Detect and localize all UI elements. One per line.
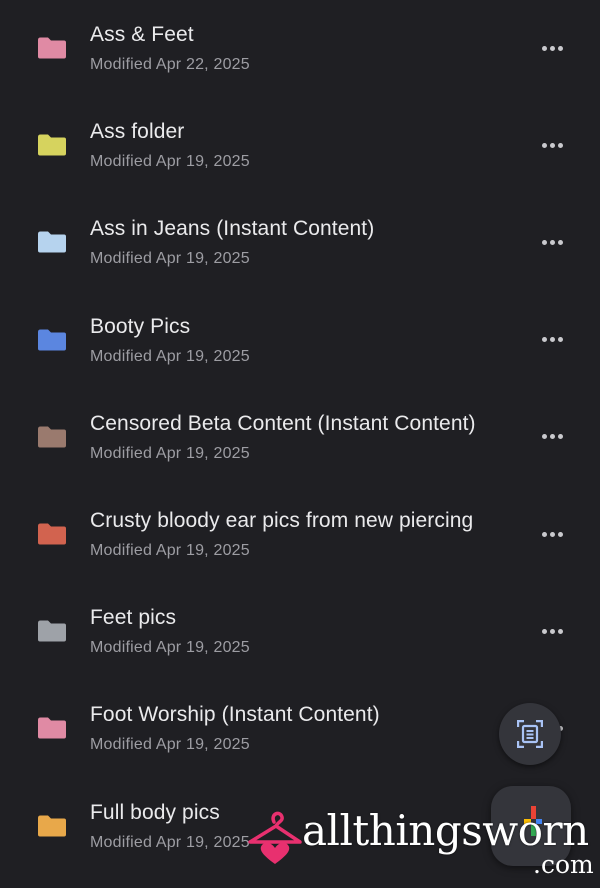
more-dot bbox=[557, 531, 563, 537]
more-options-button[interactable] bbox=[536, 133, 568, 157]
more-options-button[interactable] bbox=[536, 328, 568, 352]
file-modified-date: Modified Apr 19, 2025 bbox=[90, 736, 250, 754]
file-modified-date: Modified Apr 19, 2025 bbox=[90, 444, 250, 462]
more-dot bbox=[557, 628, 563, 634]
watermark-text: allthingsworn bbox=[302, 806, 589, 855]
folder-icon bbox=[37, 523, 67, 545]
file-name: Foot Worship (Instant Content) bbox=[90, 703, 380, 727]
file-modified-date: Modified Apr 22, 2025 bbox=[90, 56, 250, 73]
more-horizontal-icon bbox=[541, 434, 547, 440]
file-name: Censored Beta Content (Instant Content) bbox=[90, 411, 476, 435]
more-dot bbox=[549, 45, 555, 51]
more-dot bbox=[557, 434, 563, 440]
watermark-domain-suffix: .com bbox=[533, 850, 594, 879]
folder-icon bbox=[37, 134, 67, 156]
file-modified-date: Modified Apr 19, 2025 bbox=[90, 250, 250, 268]
more-horizontal-icon bbox=[541, 531, 547, 537]
file-name: Ass folder bbox=[90, 120, 185, 144]
file-name: Full body pics bbox=[90, 800, 220, 824]
file-name: Feet pics bbox=[90, 606, 177, 630]
more-options-button[interactable] bbox=[536, 619, 568, 643]
file-name: Booty Pics bbox=[90, 314, 191, 338]
file-list-item[interactable]: Feet pics Modified Apr 19, 2025 bbox=[0, 583, 600, 680]
more-options-button[interactable] bbox=[536, 522, 568, 546]
folder-icon bbox=[37, 426, 67, 448]
file-modified-date: Modified Apr 19, 2025 bbox=[90, 639, 250, 657]
more-horizontal-icon bbox=[541, 239, 547, 245]
more-dot bbox=[549, 337, 555, 343]
more-options-button[interactable] bbox=[536, 36, 568, 60]
folder-icon bbox=[37, 231, 67, 253]
document-scan-icon bbox=[517, 720, 543, 748]
more-dot bbox=[549, 142, 555, 148]
file-name: Crusty bloody ear pics from new piercing bbox=[90, 509, 474, 532]
folder-icon bbox=[37, 329, 67, 351]
folder-icon bbox=[37, 620, 67, 642]
file-list-item[interactable]: Booty Pics Modified Apr 19, 2025 bbox=[0, 292, 600, 389]
more-horizontal-icon bbox=[541, 142, 547, 148]
file-modified-date: Modified Apr 19, 2025 bbox=[90, 833, 250, 851]
more-dot bbox=[557, 239, 563, 245]
file-modified-date: Modified Apr 19, 2025 bbox=[90, 347, 250, 365]
scan-document-button[interactable] bbox=[499, 703, 561, 765]
more-dot bbox=[557, 142, 563, 148]
file-list-item[interactable]: Censored Beta Content (Instant Content) M… bbox=[0, 389, 600, 486]
more-options-button[interactable] bbox=[536, 230, 568, 254]
file-list-item[interactable]: Ass & Feet Modified Apr 22, 2025 bbox=[0, 0, 600, 97]
file-name: Ass in Jeans (Instant Content) bbox=[90, 217, 375, 241]
file-list-item[interactable]: Ass in Jeans (Instant Content) Modified A… bbox=[0, 194, 600, 291]
hanger-heart-logo bbox=[248, 811, 302, 864]
more-dot bbox=[549, 531, 555, 537]
more-dot bbox=[549, 239, 555, 245]
more-dot bbox=[557, 337, 563, 343]
more-horizontal-icon bbox=[541, 45, 547, 51]
file-modified-date: Modified Apr 19, 2025 bbox=[90, 153, 250, 171]
file-list-item[interactable]: Ass folder Modified Apr 19, 2025 bbox=[0, 97, 600, 194]
more-dot bbox=[549, 628, 555, 634]
folder-icon bbox=[37, 815, 67, 837]
folder-icon bbox=[37, 37, 67, 59]
more-dot bbox=[557, 45, 563, 51]
file-modified-date: Modified Apr 19, 2025 bbox=[90, 542, 250, 559]
more-options-button[interactable] bbox=[536, 425, 568, 449]
folder-icon bbox=[37, 717, 67, 739]
more-horizontal-icon bbox=[541, 628, 547, 634]
file-list-item[interactable]: Crusty bloody ear pics from new piercing… bbox=[0, 486, 600, 583]
more-horizontal-icon bbox=[541, 337, 547, 343]
more-dot bbox=[549, 434, 555, 440]
watermark: allthingsworn .com bbox=[246, 806, 596, 880]
file-name: Ass & Feet bbox=[90, 23, 194, 46]
